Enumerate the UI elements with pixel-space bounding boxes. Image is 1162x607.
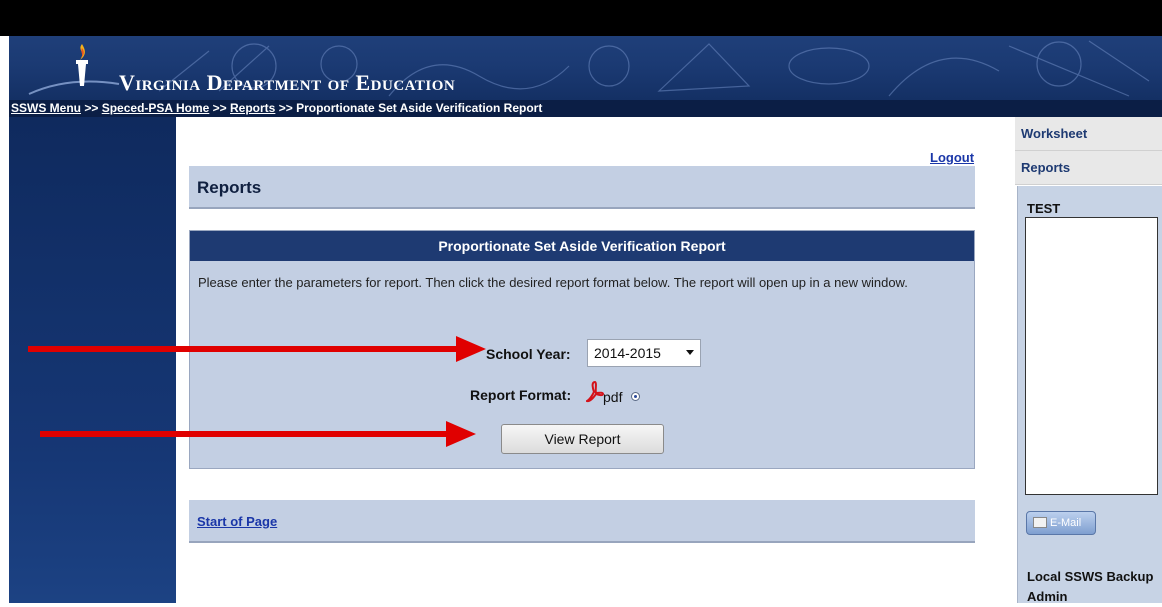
report-panel-title: Proportionate Set Aside Verification Rep… xyxy=(190,231,974,261)
breadcrumb-current-page: Proportionate Set Aside Verification Rep… xyxy=(296,101,543,115)
contact-panel-title: TEST xyxy=(1027,201,1061,216)
arrow-to-view-report xyxy=(40,421,476,447)
sidebar-item-worksheet[interactable]: Worksheet xyxy=(1015,117,1162,151)
breadcrumb-separator: >> xyxy=(84,101,99,115)
backup-admin-label: Local SSWS Backup Admin xyxy=(1027,569,1154,604)
report-instructions: Please enter the parameters for report. … xyxy=(198,275,908,290)
left-margin xyxy=(0,36,9,603)
school-year-value: 2014-2015 xyxy=(594,345,661,361)
logout-link[interactable]: Logout xyxy=(930,150,974,165)
torch-logo-icon xyxy=(76,44,88,86)
breadcrumb-separator: >> xyxy=(212,101,227,115)
pdf-icon xyxy=(586,381,604,403)
pdf-radio[interactable] xyxy=(631,392,640,401)
pdf-format-label: pdf xyxy=(603,389,623,405)
reports-header: Reports xyxy=(189,166,975,209)
page-title: Reports xyxy=(197,178,262,197)
envelope-icon xyxy=(1033,517,1047,528)
view-report-button[interactable]: View Report xyxy=(501,424,664,454)
top-black-strip xyxy=(0,0,1162,36)
vdoe-banner: Virginia Department of Education xyxy=(9,36,1162,100)
email-button-label: E-Mail xyxy=(1050,517,1082,529)
breadcrumb-reports[interactable]: Reports xyxy=(230,101,275,115)
sidebar-item-label: Worksheet xyxy=(1021,126,1088,141)
start-of-page-link[interactable]: Start of Page xyxy=(197,514,277,529)
arrow-to-school-year xyxy=(28,336,486,362)
contact-info-box xyxy=(1025,217,1158,495)
email-button[interactable]: E-Mail xyxy=(1026,511,1096,535)
breadcrumb-separator: >> xyxy=(278,101,293,115)
chevron-down-icon xyxy=(686,350,694,355)
start-of-page-bar: Start of Page xyxy=(189,500,975,543)
sidebar-item-label: Reports xyxy=(1021,160,1071,175)
breadcrumb-speced-psa-home[interactable]: Speced-PSA Home xyxy=(102,101,210,115)
school-year-select[interactable]: 2014-2015 xyxy=(587,339,701,367)
school-year-label: School Year: xyxy=(486,346,571,362)
report-format-label: Report Format: xyxy=(470,387,572,403)
breadcrumb: SSWS Menu >> Speced-PSA Home >> Reports … xyxy=(9,100,1162,117)
banner-title: Virginia Department of Education xyxy=(119,70,456,95)
breadcrumb-ssws-menu[interactable]: SSWS Menu xyxy=(11,101,81,115)
sidebar-item-reports[interactable]: Reports xyxy=(1015,151,1162,185)
